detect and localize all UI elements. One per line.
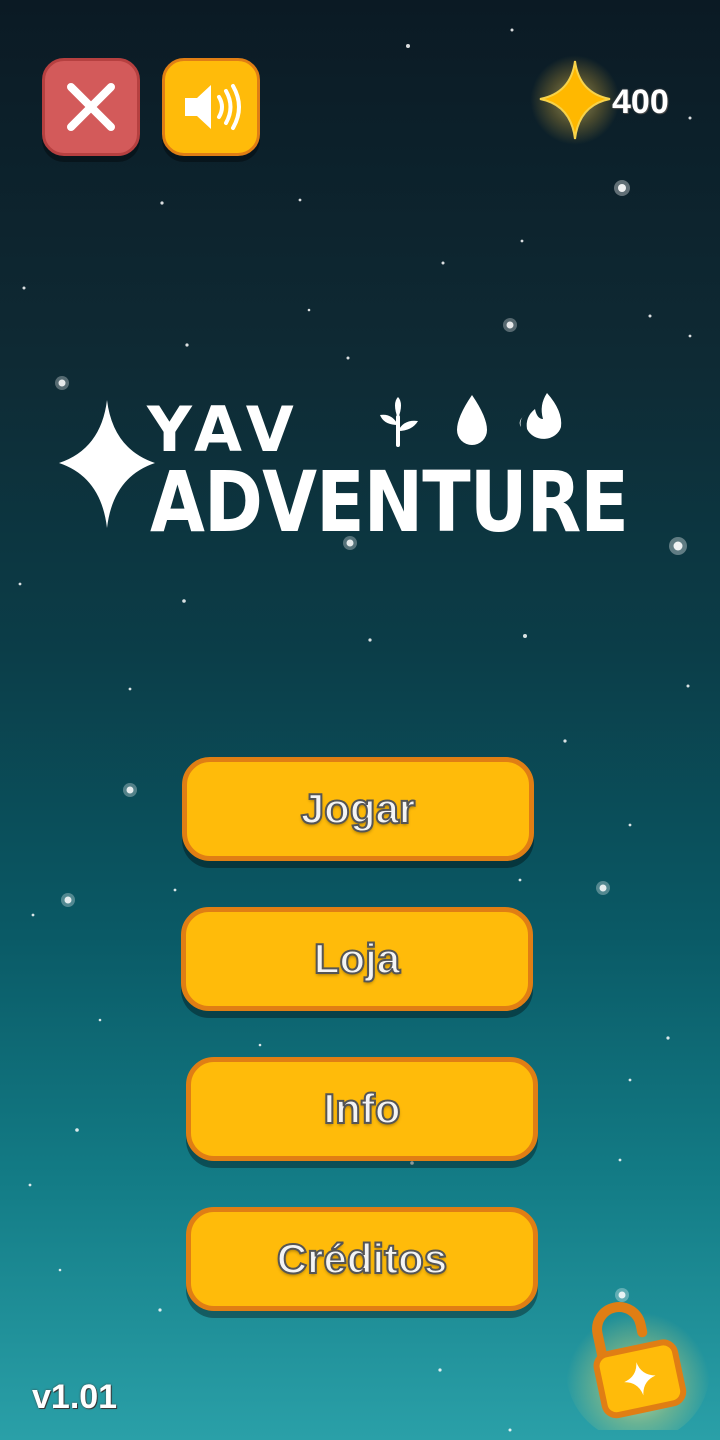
water-drop-icon bbox=[457, 395, 487, 445]
credits-button-label: Créditos bbox=[276, 1234, 448, 1283]
version-label: v1.01 bbox=[32, 1378, 118, 1416]
leaf-icon bbox=[380, 397, 418, 447]
info-button-label: Info bbox=[323, 1084, 402, 1133]
fire-icon bbox=[519, 393, 562, 439]
sound-toggle-button[interactable] bbox=[162, 58, 260, 156]
star-icon bbox=[539, 60, 611, 140]
info-button[interactable]: Info bbox=[186, 1057, 538, 1161]
logo-title-line2: ADVENTURE bbox=[150, 453, 628, 545]
unlock-button[interactable] bbox=[560, 1290, 710, 1430]
credits-button[interactable]: Créditos bbox=[186, 1207, 538, 1311]
sparkle-icon bbox=[59, 400, 155, 528]
shop-button[interactable]: Loja bbox=[181, 907, 533, 1011]
speaker-icon bbox=[185, 84, 241, 130]
game-logo: YAV ADVENTURE bbox=[59, 393, 629, 545]
play-button[interactable]: Jogar bbox=[182, 757, 534, 861]
shop-button-label: Loja bbox=[313, 934, 401, 983]
star-currency-counter: 400 bbox=[530, 55, 690, 155]
close-button[interactable] bbox=[42, 58, 140, 156]
play-button-label: Jogar bbox=[300, 784, 416, 833]
close-icon bbox=[67, 83, 115, 131]
star-count: 400 bbox=[612, 83, 669, 121]
